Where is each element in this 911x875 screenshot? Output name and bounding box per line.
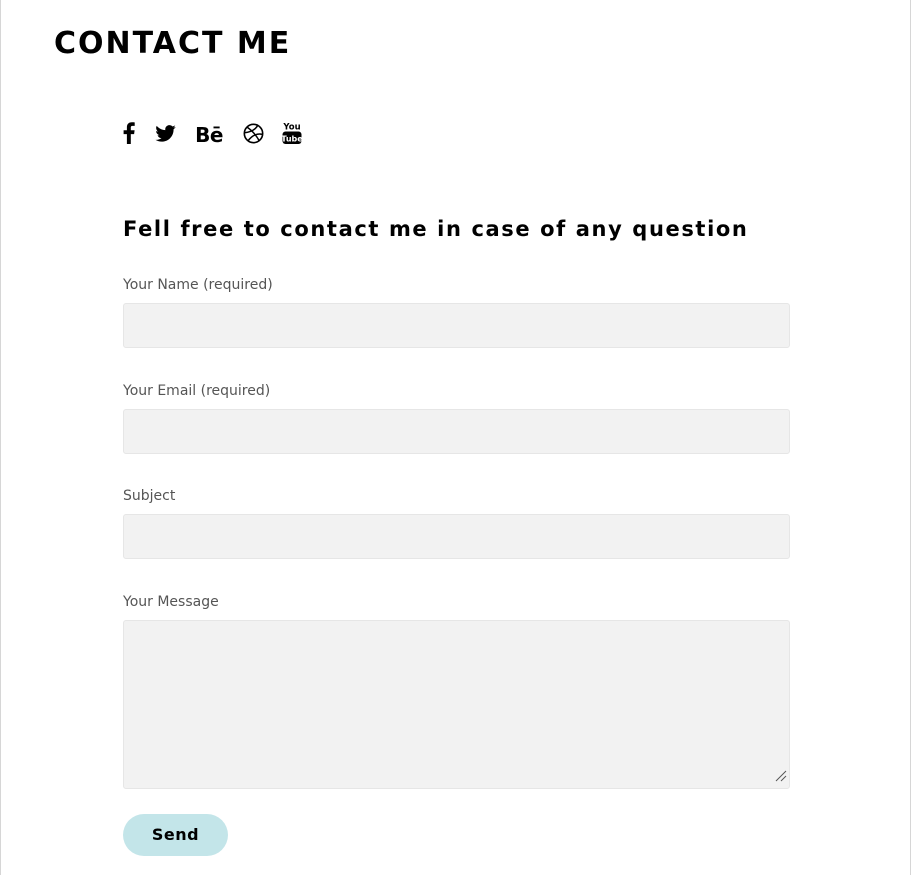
dribbble-icon [243, 123, 264, 148]
dribbble-link[interactable] [242, 118, 264, 152]
email-label: Your Email (required) [123, 383, 271, 399]
name-label: Your Name (required) [123, 277, 273, 293]
facebook-link[interactable] [122, 118, 136, 152]
send-button[interactable]: Send [123, 814, 228, 856]
svg-text:Tube: Tube [282, 135, 302, 144]
youtube-icon: You Tube [281, 121, 303, 149]
contact-intro: Fell free to contact me in case of any q… [123, 217, 749, 241]
subject-label: Subject [123, 488, 176, 504]
message-textarea[interactable] [123, 620, 790, 789]
behance-icon: Bē [195, 123, 223, 147]
message-label: Your Message [123, 594, 219, 610]
facebook-icon [123, 122, 135, 148]
twitter-link[interactable] [154, 118, 176, 152]
email-field[interactable] [123, 409, 790, 454]
contact-page: CONTACT ME Bē You Tube Fell free to cont… [0, 0, 911, 875]
resize-handle-icon[interactable] [775, 767, 787, 786]
youtube-link[interactable]: You Tube [281, 118, 303, 152]
name-field[interactable] [123, 303, 790, 348]
svg-text:You: You [282, 123, 300, 133]
subject-field[interactable] [123, 514, 790, 559]
page-title: CONTACT ME [54, 26, 292, 61]
social-links: Bē You Tube [122, 118, 303, 152]
behance-link[interactable]: Bē [194, 118, 224, 152]
twitter-icon [154, 124, 176, 146]
